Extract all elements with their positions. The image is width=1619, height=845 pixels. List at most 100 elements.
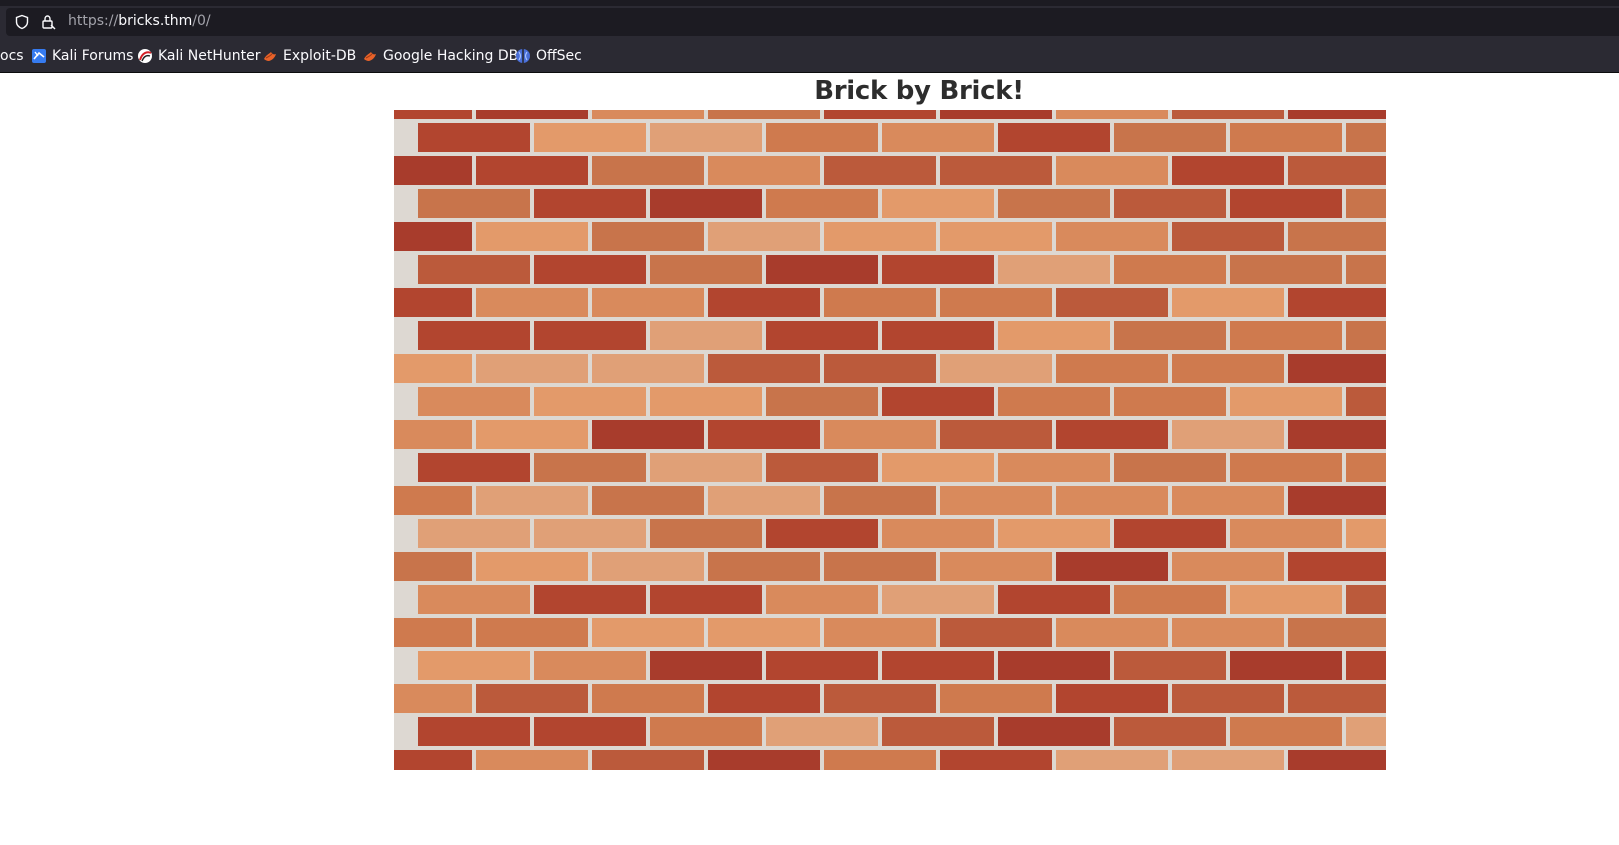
brick [592, 750, 704, 770]
brick [1346, 387, 1386, 416]
brick [1056, 618, 1168, 647]
brick [534, 255, 646, 284]
exploit-db-icon [264, 52, 276, 61]
brick [650, 651, 762, 680]
kali-forums-icon [32, 49, 46, 63]
brick [592, 684, 704, 713]
brick [766, 321, 878, 350]
brick [940, 486, 1052, 515]
brick [998, 255, 1110, 284]
brick [418, 321, 530, 350]
bookmark-docs[interactable]: ocs [0, 47, 24, 65]
brick [1172, 552, 1284, 581]
brick [998, 321, 1110, 350]
brick [766, 453, 878, 482]
brick [708, 618, 820, 647]
bookmark-exploit-db[interactable]: Exploit-DB [262, 47, 356, 65]
brick [1056, 552, 1168, 581]
navigation-toolbar: https://bricks.thm/0/ [0, 6, 1619, 38]
bookmark-kali-forums[interactable]: Kali Forums [31, 47, 133, 65]
bookmark-kali-nethunter[interactable]: Kali NetHunter [137, 47, 260, 65]
lock-icon[interactable] [40, 14, 56, 30]
brick [592, 618, 704, 647]
brick [766, 519, 878, 548]
brick [650, 123, 762, 152]
brick [1346, 585, 1386, 614]
brick [766, 123, 878, 152]
brick-wall-image [394, 110, 1386, 770]
brick [476, 486, 588, 515]
brick [1346, 189, 1386, 218]
address-bar[interactable]: https://bricks.thm/0/ [6, 8, 1619, 36]
brick [592, 354, 704, 383]
brick [1288, 354, 1386, 383]
brick [882, 321, 994, 350]
brick [882, 717, 994, 746]
brick [592, 222, 704, 251]
brick [1230, 651, 1342, 680]
brick [824, 288, 936, 317]
brick [534, 453, 646, 482]
brick [1230, 717, 1342, 746]
brick [1114, 255, 1226, 284]
url-text[interactable]: https://bricks.thm/0/ [68, 13, 211, 29]
brick [998, 519, 1110, 548]
kali-nethunter-icon [138, 49, 152, 63]
brick [708, 750, 820, 770]
brick [998, 651, 1110, 680]
brick [394, 552, 472, 581]
brick [824, 420, 936, 449]
brick [940, 750, 1052, 770]
brick [418, 453, 530, 482]
brick [708, 110, 820, 119]
brick [1288, 750, 1386, 770]
brick [708, 684, 820, 713]
brick [650, 387, 762, 416]
tracking-protection-shield-icon[interactable] [14, 14, 30, 30]
brick [1172, 222, 1284, 251]
brick [824, 110, 936, 119]
bookmark-label: Kali NetHunter [158, 48, 261, 64]
bookmark-google-hacking-db[interactable]: Google Hacking DB [362, 47, 518, 65]
brick [882, 387, 994, 416]
brick [882, 519, 994, 548]
brick [534, 519, 646, 548]
brick [882, 585, 994, 614]
brick [1056, 486, 1168, 515]
brick [534, 123, 646, 152]
brick [1346, 255, 1386, 284]
brick [418, 255, 530, 284]
brick [394, 684, 472, 713]
brick [418, 651, 530, 680]
brick [418, 387, 530, 416]
brick [1172, 618, 1284, 647]
brick [534, 717, 646, 746]
brick [998, 717, 1110, 746]
brick [998, 123, 1110, 152]
brick [1056, 156, 1168, 185]
brick [1172, 288, 1284, 317]
brick [394, 222, 472, 251]
brick [650, 255, 762, 284]
brick [940, 110, 1052, 119]
brick [394, 486, 472, 515]
brick [534, 189, 646, 218]
brick [882, 123, 994, 152]
bookmark-offsec[interactable]: OffSec [515, 47, 582, 65]
brick [476, 222, 588, 251]
brick [1230, 519, 1342, 548]
brick [940, 552, 1052, 581]
brick [1346, 321, 1386, 350]
brick [1288, 684, 1386, 713]
brick [998, 189, 1110, 218]
brick [1230, 255, 1342, 284]
brick [1114, 453, 1226, 482]
brick [394, 750, 472, 770]
brick [1056, 750, 1168, 770]
brick [1288, 618, 1386, 647]
brick [476, 110, 588, 119]
brick [1346, 717, 1386, 746]
brick [1288, 486, 1386, 515]
brick [708, 222, 820, 251]
brick [1172, 486, 1284, 515]
